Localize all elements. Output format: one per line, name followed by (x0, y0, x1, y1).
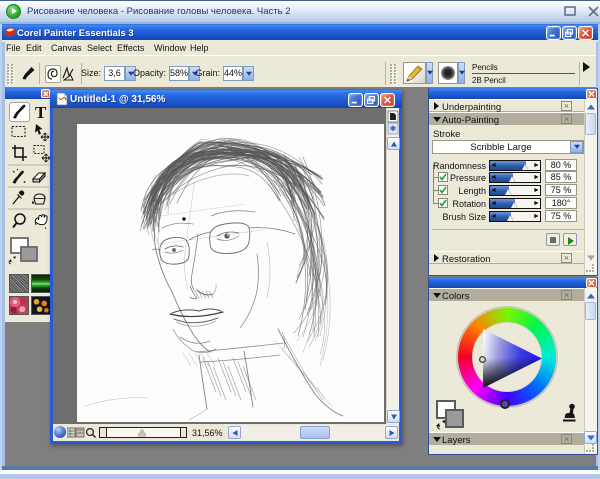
svg-text:T: T (35, 103, 47, 122)
